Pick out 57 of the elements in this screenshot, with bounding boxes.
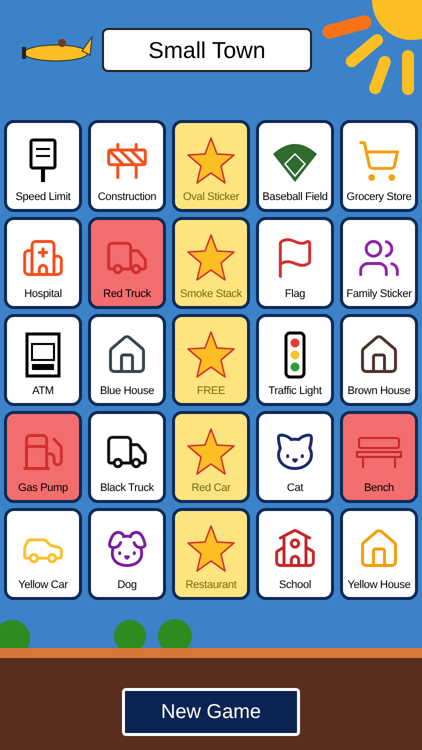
tile-label: Oval Sticker [183,191,239,205]
board-tile[interactable]: Speed Limit [4,120,82,212]
board-tile[interactable]: Flag [256,217,334,309]
board-tile[interactable]: Cat [256,411,334,503]
tile-label: Yellow Car [18,579,68,593]
board-tile[interactable]: School [256,508,334,600]
tile-label: Brown House [347,385,410,399]
title-banner: Small Town [102,28,312,72]
tile-label: Hospital [24,288,62,302]
tile-label: Baseball Field [262,191,328,205]
sign-icon [28,138,58,184]
tile-label: Construction [98,191,156,205]
board-tile[interactable]: FREE [172,314,250,406]
board-tile[interactable]: Hospital [4,217,82,309]
tile-label: Red Truck [103,288,151,302]
tile-label: Yellow House [348,579,410,593]
tile-label: FREE [196,385,226,399]
board-tile[interactable]: Yellow Car [4,508,82,600]
board-tile[interactable]: Bench [340,411,418,503]
board-tile[interactable]: Gas Pump [4,411,82,503]
traffic-light-icon [284,331,306,380]
board-tile[interactable]: Family Sticker [340,217,418,309]
board-tile[interactable]: Red Truck [88,217,166,309]
board-tile[interactable]: Restaurant [172,508,250,600]
board-tile[interactable]: ATM [4,314,82,406]
board-tile[interactable]: Baseball Field [256,120,334,212]
tile-label: Traffic Light [268,385,322,399]
board-tile[interactable]: Black Truck [88,411,166,503]
tile-label: Speed Limit [15,191,71,205]
cart-icon [357,139,401,184]
tile-label: Cat [286,482,304,496]
new-game-button[interactable]: New Game [122,688,300,736]
tile-label: School [279,579,311,593]
tile-label: Blue House [100,385,154,399]
tile-label: Smoke Stack [180,288,242,302]
kiosk-icon [23,332,63,378]
board-tile[interactable]: Oval Sticker [172,120,250,212]
tile-label: Gas Pump [18,482,68,496]
tile-label: Flag [284,288,306,302]
board-tile[interactable]: Yellow House [340,508,418,600]
tile-label: ATM [32,385,54,399]
tile-label: Bench [364,482,394,496]
tile-label: Red Car [191,482,231,496]
tile-label: Black Truck [100,482,154,496]
board-tile[interactable]: Grocery Store [340,120,418,212]
bench-icon [355,434,403,470]
tile-label: Dog [117,579,137,593]
board-tile[interactable]: Traffic Light [256,314,334,406]
tile-label: Restaurant [185,579,237,593]
board-tile[interactable]: Red Car [172,411,250,503]
board-tile[interactable]: Blue House [88,314,166,406]
tile-label: Family Sticker [346,288,412,302]
tile-label: Grocery Store [346,191,412,205]
board-tile[interactable]: Dog [88,508,166,600]
board-tile[interactable]: Smoke Stack [172,217,250,309]
board-tile[interactable]: Construction [88,120,166,212]
board-tile[interactable]: Brown House [340,314,418,406]
